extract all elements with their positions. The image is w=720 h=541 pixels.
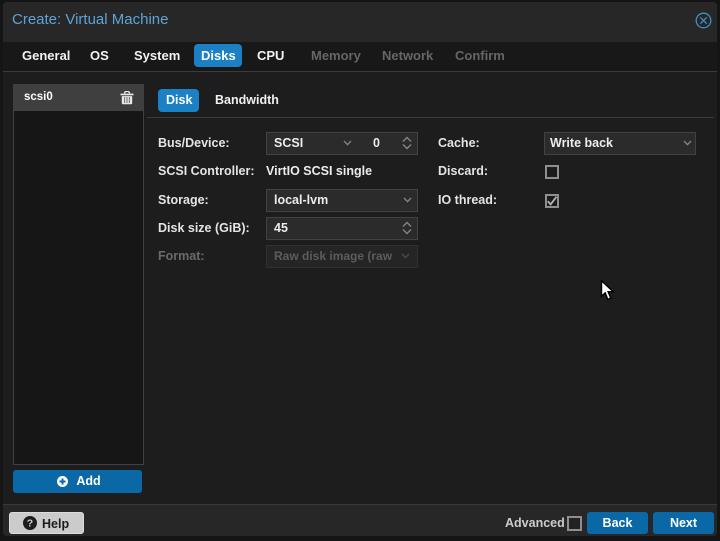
svg-text:?: ? — [27, 518, 33, 530]
